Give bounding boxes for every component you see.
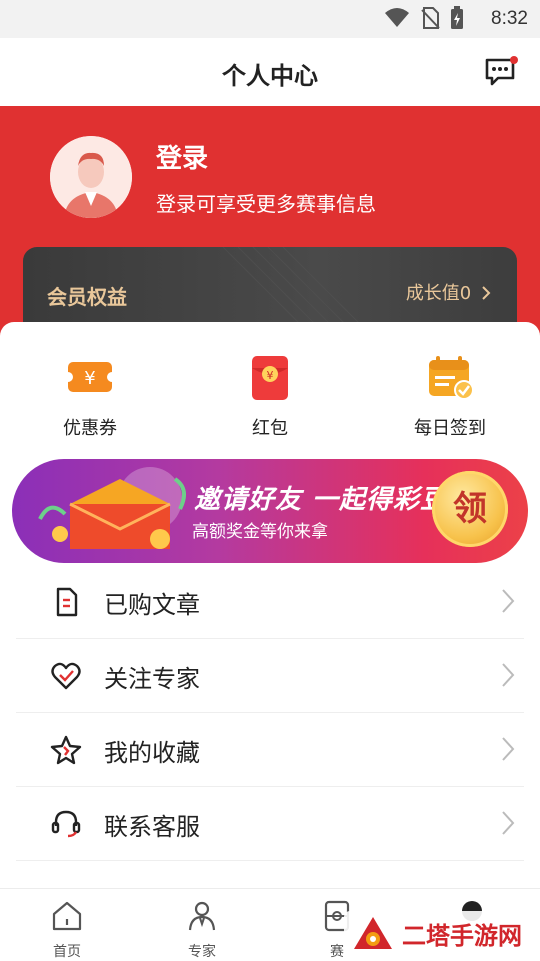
claim-button[interactable]: 领 [432,471,508,547]
menu-item-purchased-articles[interactable]: 已购文章 [16,565,524,639]
svg-text:¥: ¥ [267,369,274,382]
chevron-right-icon [502,737,515,761]
menu-item-customer-service[interactable]: 联系客服 [16,787,524,861]
svg-text:¥: ¥ [84,368,95,389]
login-title[interactable]: 登录 [156,138,208,175]
status-time: 8:32 [491,8,528,29]
quick-action-checkin[interactable]: 每日签到 [390,352,510,440]
bottom-tab-bar: 首页 专家 赛 二塔手游网 [0,888,540,961]
invite-banner[interactable]: 邀请好友 一起得彩豆 高额奖金等你来拿 领 [12,459,528,563]
quick-label: 优惠券 [63,418,117,439]
chevron-right-icon [502,663,515,687]
login-subtitle: 登录可享受更多赛事信息 [156,192,376,216]
home-icon [52,901,82,931]
tab-experts[interactable]: 专家 [157,899,247,961]
watermark-text: 二塔手游网 [402,921,522,950]
battery-icon [451,6,463,29]
headset-icon [51,810,81,838]
expert-icon [188,901,216,931]
watermark: 二塔手游网 [344,911,530,955]
page-title: 个人中心 [222,62,318,90]
message-button[interactable] [484,56,518,86]
avatar-icon [50,136,132,218]
tab-label: 首页 [53,944,81,960]
quick-action-red-packet[interactable]: ¥ 红包 [210,352,330,440]
quick-label: 每日签到 [414,418,486,439]
wifi-icon [385,8,409,27]
growth-text: 成长值0 [405,283,472,304]
star-icon [50,735,82,765]
tab-home[interactable]: 首页 [22,899,112,961]
chat-icon [485,56,518,86]
chevron-right-icon [502,589,515,613]
menu-label: 我的收藏 [104,739,200,767]
gift-illustration [38,467,186,549]
menu-label: 联系客服 [104,813,200,841]
document-icon [56,587,78,617]
heart-check-icon [51,662,81,690]
status-bar: 8:32 [0,0,540,38]
menu-list: 已购文章 关注专家 我的收藏 联系客服 [16,565,524,861]
menu-label: 关注专家 [104,665,200,693]
chevron-right-icon [482,286,491,300]
menu-label: 已购文章 [104,591,200,619]
banner-subtitle: 高额奖金等你来拿 [192,522,328,542]
no-sim-icon [421,7,440,29]
growth-value[interactable]: 成长值0 [406,279,491,305]
status-icons [384,6,464,30]
watermark-logo-icon [354,917,392,949]
red-packet-icon: ¥ [252,356,288,400]
menu-item-favorites[interactable]: 我的收藏 [16,713,524,787]
coupon-icon: ¥ [63,362,117,392]
chevron-right-icon [502,811,515,835]
member-label: 会员权益 [47,285,127,309]
tab-label: 专家 [188,944,216,960]
top-nav: 个人中心 [0,38,540,106]
menu-item-followed-experts[interactable]: 关注专家 [16,639,524,713]
quick-action-coupon[interactable]: ¥ 优惠券 [30,352,150,440]
content-panel: ¥ 优惠券 ¥ 红包 每日签到 邀请好友 一起得彩豆 高额奖金等你来拿 领 已购… [0,322,540,892]
banner-title: 邀请好友 一起得彩豆 [194,485,448,515]
avatar[interactable] [50,136,132,218]
quick-label: 红包 [252,418,288,439]
calendar-check-icon [429,356,474,400]
